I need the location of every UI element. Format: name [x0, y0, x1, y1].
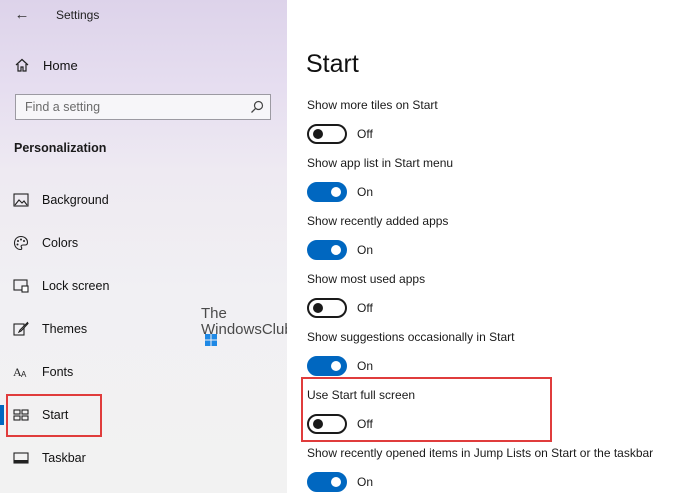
toggle-state: On [357, 359, 374, 373]
section-title: Personalization [14, 141, 107, 155]
sidebar-item-background[interactable]: Background [0, 180, 287, 220]
toggle-knob [331, 361, 341, 371]
setting-label: Use Start full screen [307, 388, 416, 402]
app-title: Settings [56, 8, 100, 22]
sidebar-item-label: Themes [42, 322, 88, 336]
themes-brush-icon [13, 321, 29, 337]
windows-logo-icon [205, 334, 217, 350]
toggle-state: On [357, 243, 374, 257]
toggle-state: Off [357, 417, 373, 431]
toggle-knob [331, 245, 341, 255]
title-bar: ← Settings [0, 0, 287, 30]
setting-label: Show app list in Start menu [307, 156, 454, 170]
home-icon [14, 57, 30, 73]
recently-added-toggle[interactable] [307, 240, 347, 260]
toggle-knob [331, 477, 341, 487]
toggle-state: On [357, 475, 374, 489]
page-title: Start [306, 50, 359, 78]
full-screen-toggle[interactable] [307, 414, 347, 434]
watermark-line1: The [201, 305, 227, 322]
setting-label: Show more tiles on Start [307, 98, 438, 112]
setting-recently-added: Show recently added apps On [307, 214, 697, 260]
toggle-knob [313, 129, 323, 139]
setting-jump-lists: Show recently opened items in Jump Lists… [307, 446, 697, 492]
watermark: The WindowsClub [201, 306, 293, 354]
sidebar-item-label: Colors [42, 236, 79, 250]
setting-label: Show recently opened items in Jump Lists… [307, 446, 654, 460]
toggle-state: Off [357, 301, 373, 315]
toggle-knob [331, 187, 341, 197]
toggle-knob [313, 419, 323, 429]
setting-more-tiles: Show more tiles on Start Off [307, 98, 697, 144]
fonts-icon: AA [13, 364, 29, 380]
most-used-toggle[interactable] [307, 298, 347, 318]
search-icon[interactable] [250, 100, 264, 114]
app-list-toggle[interactable] [307, 182, 347, 202]
sidebar-item-colors[interactable]: Colors [0, 223, 287, 263]
sidebar: ← Settings Home Personalization Backgrou… [0, 0, 293, 493]
more-tiles-toggle[interactable] [307, 124, 347, 144]
search-input[interactable] [25, 100, 245, 114]
setting-label: Show recently added apps [307, 214, 449, 228]
jump-lists-toggle[interactable] [307, 472, 347, 492]
setting-label: Show suggestions occasionally in Start [307, 330, 515, 344]
back-arrow-icon[interactable]: ← [12, 6, 32, 24]
setting-suggestions: Show suggestions occasionally in Start O… [307, 330, 697, 376]
toggle-knob [313, 303, 323, 313]
start-highlight-box [6, 394, 102, 437]
picture-icon [13, 192, 29, 208]
toggle-state: Off [357, 127, 373, 141]
main-panel: Start Show more tiles on Start Off Show … [287, 0, 700, 493]
home-label: Home [43, 57, 78, 73]
svg-text:A: A [21, 370, 27, 379]
sidebar-item-lock-screen[interactable]: Lock screen [0, 266, 287, 306]
setting-app-list: Show app list in Start menu On [307, 156, 697, 202]
palette-icon [13, 235, 29, 251]
home-nav-item[interactable]: Home [14, 54, 214, 76]
sidebar-item-fonts[interactable]: AA Fonts [0, 352, 287, 392]
lock-screen-icon [13, 278, 29, 294]
sidebar-item-label: Fonts [42, 365, 74, 379]
taskbar-icon [13, 450, 29, 466]
sidebar-item-label: Background [42, 193, 109, 207]
sidebar-item-taskbar[interactable]: Taskbar [0, 438, 287, 478]
setting-label: Show most used apps [307, 272, 426, 286]
suggestions-toggle[interactable] [307, 356, 347, 376]
selection-indicator [0, 405, 4, 425]
toggle-state: On [357, 185, 374, 199]
search-box[interactable] [15, 94, 271, 120]
setting-most-used: Show most used apps Off [307, 272, 697, 318]
setting-full-screen: Use Start full screen Off [307, 388, 697, 434]
sidebar-item-label: Lock screen [42, 279, 110, 293]
sidebar-item-label: Taskbar [42, 451, 86, 465]
